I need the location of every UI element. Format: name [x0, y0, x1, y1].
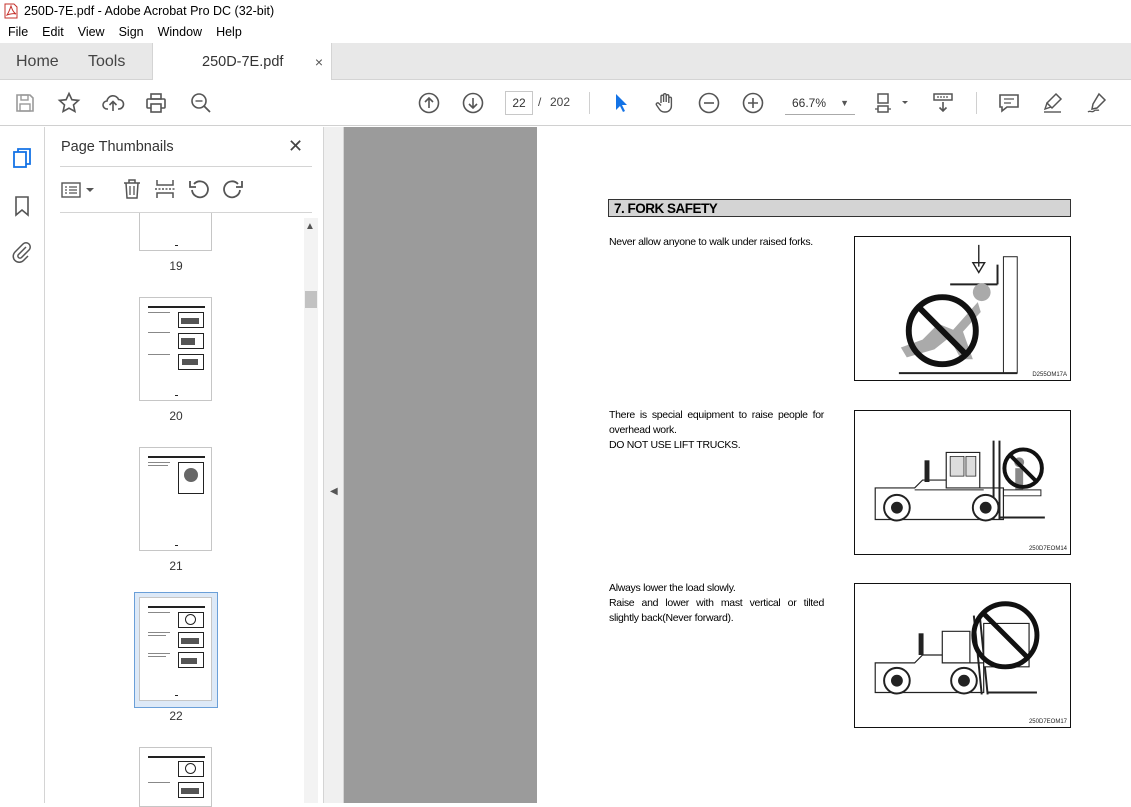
- panel-collapse-handle[interactable]: [324, 127, 344, 803]
- menu-help[interactable]: Help: [209, 25, 249, 39]
- highlight-icon[interactable]: [1040, 90, 1066, 116]
- thumbnail-page-number: 19: [169, 259, 183, 273]
- thumbnail-page-number: 20: [169, 409, 183, 423]
- toolbar-divider: [589, 92, 590, 114]
- zoom-level-value: 66.7%: [792, 96, 827, 110]
- star-icon[interactable]: [56, 90, 82, 116]
- zoom-in-icon[interactable]: [740, 90, 766, 116]
- thumbnail-page-number: 22: [169, 709, 183, 723]
- hand-icon[interactable]: [652, 90, 678, 116]
- scrollbar-thumb[interactable]: [305, 291, 317, 308]
- delete-page-icon[interactable]: [120, 177, 144, 201]
- sign-icon[interactable]: [1084, 90, 1110, 116]
- toolbar-divider: [976, 92, 977, 114]
- zoom-level-select[interactable]: 66.7% ▼: [785, 91, 855, 115]
- safety-text-line: There is special equipment to raise peop…: [609, 409, 824, 436]
- tab-document[interactable]: 250D-7E.pdf ×: [152, 43, 332, 80]
- figure-lower-load-slowly: 250D7EOM17: [854, 583, 1071, 728]
- scroll-up-icon[interactable]: ▲: [305, 221, 315, 232]
- prev-page-icon[interactable]: [416, 90, 442, 116]
- tab-bar: Home Tools 250D-7E.pdf ×: [0, 43, 1131, 80]
- safety-text-line: DO NOT USE LIFT TRUCKS.: [609, 439, 741, 451]
- window-title: 250D-7E.pdf - Adobe Acrobat Pro DC (32-b…: [24, 4, 275, 18]
- rotate-left-icon[interactable]: [187, 177, 211, 201]
- save-icon[interactable]: [12, 90, 38, 116]
- menu-file[interactable]: File: [0, 25, 35, 39]
- thumbnail-options-icon[interactable]: [60, 178, 96, 202]
- page-thumbnail[interactable]: [139, 297, 212, 401]
- figure-caption: 250D7EOM14: [1028, 546, 1067, 552]
- menu-view[interactable]: View: [71, 25, 112, 39]
- page-thumbnail[interactable]: [139, 447, 212, 551]
- fit-page-icon[interactable]: [873, 90, 913, 116]
- thumbnail-page-number: 21: [169, 559, 183, 573]
- page-thumbnail[interactable]: [139, 747, 212, 807]
- panel-divider: [60, 166, 312, 167]
- page-count: 202: [550, 95, 571, 109]
- upload-icon[interactable]: [100, 90, 126, 116]
- figure-no-lifting-people: 250D7EOM14: [854, 410, 1071, 555]
- menu-bar: File Edit View Sign Window Help: [0, 22, 1131, 42]
- safety-text: Never allow anyone to walk under raised …: [609, 235, 824, 250]
- page-separator: /: [538, 95, 542, 109]
- find-icon[interactable]: [188, 90, 214, 116]
- left-rail: [0, 127, 45, 803]
- acrobat-icon: [4, 3, 18, 19]
- safety-text: There is special equipment to raise peop…: [609, 408, 824, 453]
- menu-window[interactable]: Window: [151, 25, 209, 39]
- figure-caption: 250D7EOM17: [1028, 719, 1067, 725]
- title-bar: 250D-7E.pdf - Adobe Acrobat Pro DC (32-b…: [0, 0, 1131, 22]
- section-title: 7. FORK SAFETY: [608, 199, 1071, 217]
- page-thumbnail[interactable]: [139, 213, 212, 251]
- safety-text: Always lower the load slowly. Raise and …: [609, 581, 824, 626]
- figure-no-walking-under-forks: D255OM17A: [854, 236, 1071, 381]
- bookmarks-icon[interactable]: [10, 194, 36, 220]
- select-cursor-icon[interactable]: [608, 90, 634, 116]
- print-icon[interactable]: [143, 90, 169, 116]
- page-thumbnails-icon[interactable]: [10, 146, 36, 172]
- scroll-mode-icon[interactable]: [930, 90, 956, 116]
- close-panel-icon[interactable]: ✕: [288, 136, 303, 157]
- figure-caption: D255OM17A: [1032, 372, 1067, 378]
- rotate-right-icon[interactable]: [221, 177, 245, 201]
- insert-page-icon[interactable]: [153, 177, 177, 201]
- close-tab-icon[interactable]: ×: [315, 54, 323, 70]
- page-thumbnail-current[interactable]: [139, 597, 212, 701]
- safety-text-line: Never allow anyone to walk under raised …: [609, 236, 813, 248]
- comment-icon[interactable]: [996, 90, 1022, 116]
- tab-document-label: 250D-7E.pdf: [202, 53, 284, 70]
- thumbnails-panel-title: Page Thumbnails: [61, 139, 174, 155]
- next-page-icon[interactable]: [460, 90, 486, 116]
- chevron-down-icon: ▼: [840, 98, 849, 108]
- menu-edit[interactable]: Edit: [35, 25, 71, 39]
- page-number-input[interactable]: 22: [505, 91, 533, 115]
- menu-sign[interactable]: Sign: [112, 25, 151, 39]
- tab-home[interactable]: Home: [16, 43, 59, 80]
- safety-text-line: Always lower the load slowly.: [609, 582, 736, 594]
- safety-text-line: Raise and lower with mast vertical or ti…: [609, 597, 824, 624]
- collapse-arrow-icon[interactable]: ◀: [330, 486, 338, 497]
- tab-tools[interactable]: Tools: [88, 43, 125, 80]
- attachments-icon[interactable]: [10, 240, 36, 266]
- zoom-out-icon[interactable]: [696, 90, 722, 116]
